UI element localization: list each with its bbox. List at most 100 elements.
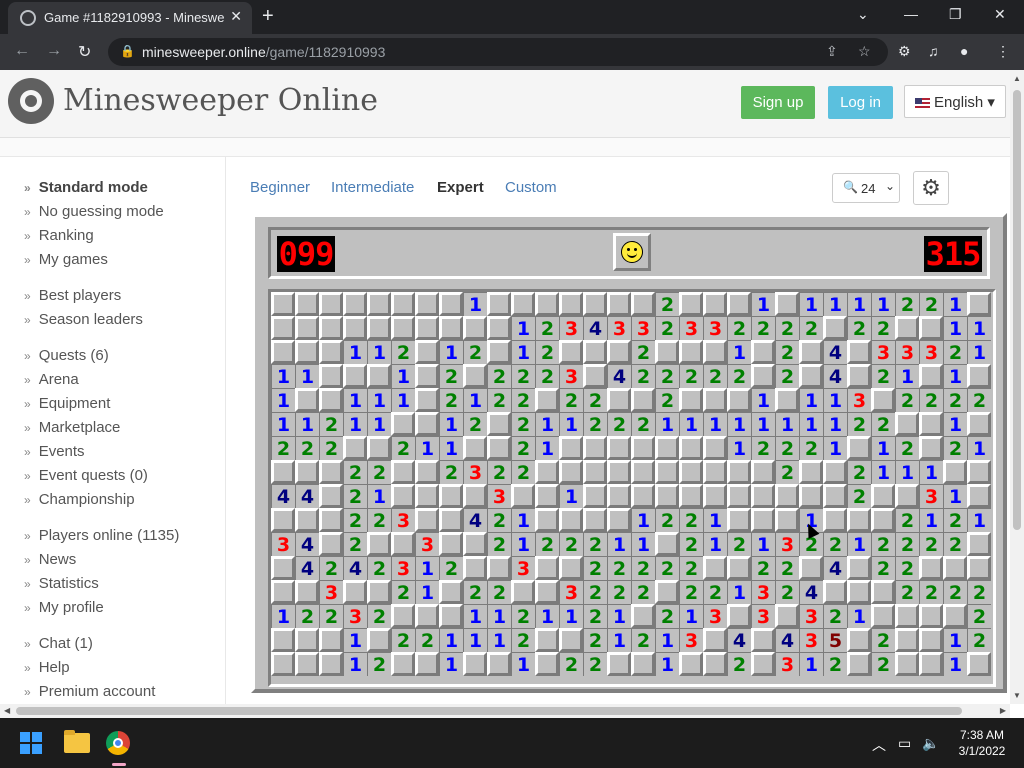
board-cell-closed[interactable] (343, 292, 367, 316)
board-cell-closed[interactable] (439, 580, 463, 604)
board-cell-number[interactable]: 2 (559, 652, 583, 676)
board-cell-number[interactable]: 1 (607, 532, 631, 556)
board-cell-number[interactable]: 2 (919, 580, 943, 604)
board-cell-closed[interactable] (607, 388, 631, 412)
board-cell-number[interactable]: 3 (703, 604, 727, 628)
board-cell-closed[interactable] (751, 364, 775, 388)
board-cell-number[interactable]: 1 (271, 364, 295, 388)
board-cell-closed[interactable] (535, 292, 559, 316)
board-cell-closed[interactable] (847, 436, 871, 460)
tray-chevron-up-icon[interactable]: ︿ (872, 735, 886, 755)
board-cell-number[interactable]: 2 (895, 436, 919, 460)
board-cell-number[interactable]: 2 (871, 316, 895, 340)
board-cell-number[interactable]: 3 (799, 628, 823, 652)
board-cell-number[interactable]: 2 (775, 340, 799, 364)
horizontal-scroll-thumb[interactable] (16, 707, 962, 715)
board-cell-number[interactable]: 1 (463, 628, 487, 652)
board-cell-closed[interactable] (847, 628, 871, 652)
mine-logo-icon[interactable] (8, 78, 54, 124)
board-cell-number[interactable]: 2 (343, 460, 367, 484)
board-cell-number[interactable]: 2 (895, 580, 919, 604)
board-cell-closed[interactable] (463, 484, 487, 508)
board-cell-number[interactable]: 2 (895, 532, 919, 556)
board-cell-closed[interactable] (271, 556, 295, 580)
sidebar-item-championship[interactable]: » Championship (24, 491, 135, 508)
sidebar-item-players-online-1135[interactable]: » Players online (1135) (24, 527, 179, 544)
board-cell-number[interactable]: 2 (679, 508, 703, 532)
board-cell-closed[interactable] (631, 388, 655, 412)
board-cell-number[interactable]: 1 (751, 292, 775, 316)
board-cell-number[interactable]: 2 (487, 508, 511, 532)
board-cell-number[interactable]: 2 (631, 340, 655, 364)
board-cell-number[interactable]: 2 (943, 532, 967, 556)
board-cell-closed[interactable] (415, 292, 439, 316)
board-cell-number[interactable]: 1 (847, 604, 871, 628)
board-cell-closed[interactable] (703, 436, 727, 460)
board-cell-number[interactable]: 2 (319, 556, 343, 580)
board-cell-closed[interactable] (895, 652, 919, 676)
address-bar[interactable]: 🔒 minesweeper.online/game/1182910993 ⇪ ☆ (108, 38, 888, 66)
board-cell-closed[interactable] (919, 316, 943, 340)
board-cell-closed[interactable] (295, 652, 319, 676)
scroll-down-icon[interactable]: ▼ (1013, 691, 1021, 700)
board-cell-number[interactable]: 2 (559, 532, 583, 556)
board-cell-closed[interactable] (799, 340, 823, 364)
board-cell-number[interactable]: 2 (511, 604, 535, 628)
sidebar-item-my-games[interactable]: » My games (24, 251, 108, 268)
board-cell-number[interactable]: 2 (367, 652, 391, 676)
sidebar-item-news[interactable]: » News (24, 551, 76, 568)
board-cell-number[interactable]: 2 (727, 316, 751, 340)
board-cell-number[interactable]: 4 (823, 340, 847, 364)
board-cell-number[interactable]: 1 (391, 388, 415, 412)
board-cell-closed[interactable] (367, 628, 391, 652)
board-cell-number[interactable]: 2 (343, 532, 367, 556)
board-cell-closed[interactable] (823, 508, 847, 532)
board-cell-number[interactable]: 3 (343, 604, 367, 628)
board-cell-number[interactable]: 1 (823, 388, 847, 412)
board-cell-number[interactable]: 2 (655, 508, 679, 532)
board-cell-number[interactable]: 1 (343, 388, 367, 412)
board-cell-closed[interactable] (703, 556, 727, 580)
board-cell-closed[interactable] (655, 436, 679, 460)
board-cell-number[interactable]: 1 (703, 412, 727, 436)
board-cell-closed[interactable] (559, 556, 583, 580)
board-cell-closed[interactable] (439, 292, 463, 316)
board-cell-number[interactable]: 2 (487, 364, 511, 388)
board-cell-number[interactable]: 3 (511, 556, 535, 580)
board-cell-closed[interactable] (583, 292, 607, 316)
close-window-icon[interactable]: ✕ (994, 6, 1006, 23)
board-cell-number[interactable]: 1 (871, 292, 895, 316)
board-cell-closed[interactable] (823, 580, 847, 604)
scroll-left-icon[interactable]: ◀ (4, 706, 10, 715)
board-cell-closed[interactable] (679, 388, 703, 412)
board-cell-number[interactable]: 1 (943, 628, 967, 652)
minimize-icon[interactable]: — (904, 6, 918, 22)
bookmark-star-icon[interactable]: ☆ (858, 43, 871, 60)
board-cell-closed[interactable] (295, 460, 319, 484)
board-cell-number[interactable]: 2 (895, 556, 919, 580)
board-cell-number[interactable]: 1 (511, 652, 535, 676)
board-cell-closed[interactable] (415, 604, 439, 628)
board-cell-closed[interactable] (703, 340, 727, 364)
board-cell-closed[interactable] (631, 292, 655, 316)
board-cell-closed[interactable] (415, 340, 439, 364)
sidebar-item-chat-1[interactable]: » Chat (1) (24, 635, 93, 652)
board-cell-closed[interactable] (391, 292, 415, 316)
board-cell-number[interactable]: 2 (919, 388, 943, 412)
board-cell-number[interactable]: 2 (391, 628, 415, 652)
board-cell-number[interactable]: 1 (535, 436, 559, 460)
tab-custom[interactable]: Custom (505, 179, 557, 196)
board-cell-number[interactable]: 4 (727, 628, 751, 652)
board-cell-closed[interactable] (679, 340, 703, 364)
board-cell-number[interactable]: 2 (295, 604, 319, 628)
new-tab-button[interactable]: + (262, 5, 274, 28)
board-cell-closed[interactable] (367, 532, 391, 556)
board-cell-closed[interactable] (583, 340, 607, 364)
sidebar-item-best-players[interactable]: » Best players (24, 287, 121, 304)
board-cell-closed[interactable] (919, 412, 943, 436)
board-cell-number[interactable]: 2 (463, 580, 487, 604)
board-cell-closed[interactable] (871, 604, 895, 628)
board-cell-closed[interactable] (655, 532, 679, 556)
board-cell-closed[interactable] (367, 316, 391, 340)
board-cell-number[interactable]: 1 (439, 412, 463, 436)
